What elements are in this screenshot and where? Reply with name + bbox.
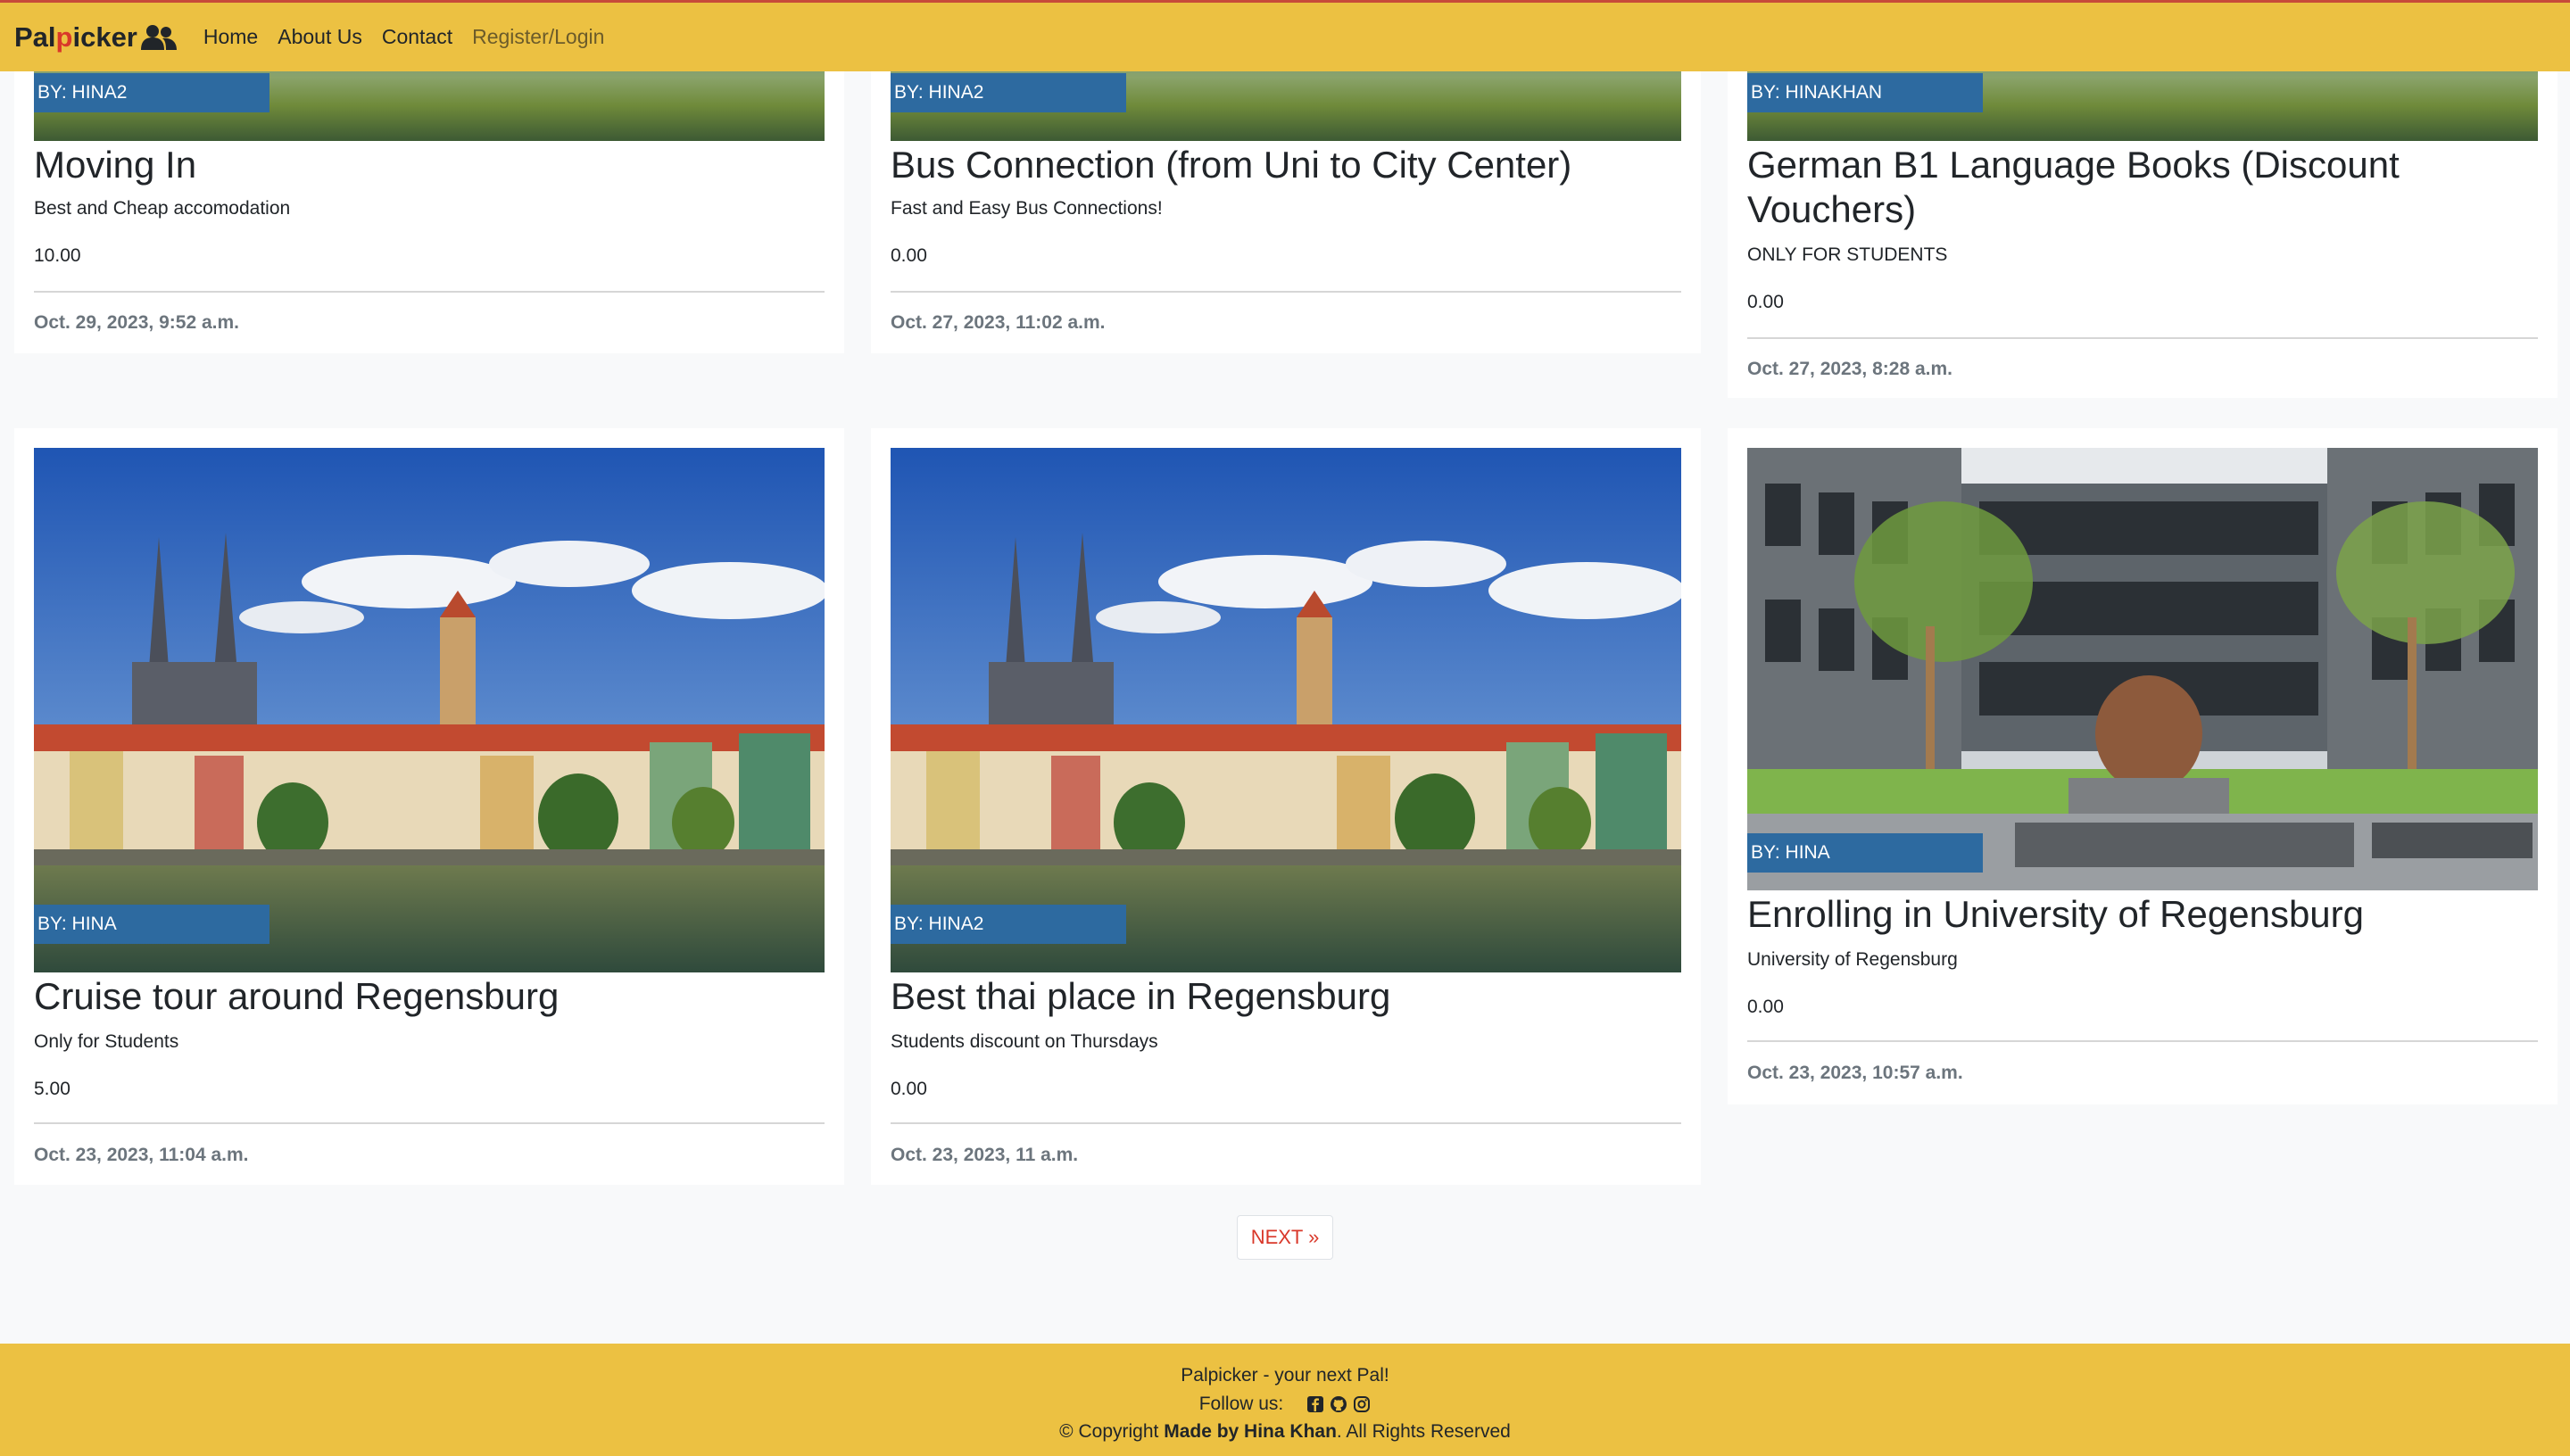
- post-price: 0.00: [1747, 997, 1784, 1017]
- copyright-author: Made by Hina Khan: [1164, 1421, 1337, 1442]
- post-price: 5.00: [34, 1079, 70, 1099]
- post-description: Fast and Easy Bus Connections!: [891, 198, 1163, 219]
- divider: [34, 1122, 825, 1124]
- regensburg-cityscape-image: [34, 448, 825, 972]
- nav-about[interactable]: About Us: [278, 25, 362, 49]
- post-title[interactable]: Cruise tour around Regensburg: [34, 974, 825, 1019]
- post-title[interactable]: Enrolling in University of Regensburg: [1747, 892, 2538, 937]
- author-tag: BY: HINA2: [891, 73, 1126, 112]
- nav-contact[interactable]: Contact: [382, 25, 452, 49]
- github-icon[interactable]: [1330, 1395, 1347, 1413]
- author-tag: BY: HINA: [34, 905, 269, 944]
- post-title[interactable]: Best thai place in Regensburg: [891, 974, 1681, 1019]
- post-card[interactable]: BY: HINAKHAN German B1 Language Books (D…: [1728, 71, 2558, 398]
- post-image: BY: HINA2: [34, 71, 825, 141]
- post-card[interactable]: BY: HINA2 Best thai place in Regensburg …: [871, 428, 1701, 1185]
- next-page-button[interactable]: NEXT »: [1237, 1215, 1333, 1260]
- footer-copyright: © Copyright Made by Hina Khan. All Right…: [0, 1421, 2570, 1443]
- users-icon: [140, 24, 177, 50]
- post-image: BY: HINA2: [891, 71, 1681, 141]
- divider: [891, 291, 1681, 293]
- post-image: BY: HINA2: [891, 448, 1681, 972]
- copyright-prefix: © Copyright: [1059, 1421, 1165, 1442]
- posts-area: BY: HINA2 Moving In Best and Cheap accom…: [0, 71, 2570, 1344]
- footer: Palpicker - your next Pal! Follow us: © …: [0, 1344, 2570, 1456]
- post-image: BY: HINA: [34, 448, 825, 972]
- university-courtyard-image: [1747, 448, 2538, 890]
- divider: [1747, 337, 2538, 339]
- post-description: Only for Students: [34, 1031, 179, 1052]
- post-card[interactable]: BY: HINA Cruise tour around Regensburg O…: [14, 428, 844, 1185]
- instagram-icon[interactable]: [1353, 1395, 1371, 1413]
- post-price: 0.00: [891, 1079, 927, 1099]
- brand-text-pal: Pal: [14, 21, 56, 53]
- post-date: Oct. 27, 2023, 8:28 a.m.: [1747, 359, 1952, 379]
- nav-home[interactable]: Home: [203, 25, 258, 49]
- regensburg-cityscape-image: [891, 448, 1681, 972]
- post-title[interactable]: Bus Connection (from Uni to City Center): [891, 143, 1681, 187]
- post-image: BY: HINA: [1747, 448, 2538, 890]
- post-date: Oct. 29, 2023, 9:52 a.m.: [34, 312, 239, 333]
- navbar: Pal p icker Home About Us Contact Register…: [0, 0, 2570, 71]
- post-card[interactable]: BY: HINA2 Moving In Best and Cheap accom…: [14, 71, 844, 353]
- nav-register-login[interactable]: Register/Login: [472, 25, 604, 49]
- author-tag: BY: HINA2: [34, 73, 269, 112]
- brand-text-p: p: [55, 21, 73, 53]
- footer-tagline: Palpicker - your next Pal!: [1181, 1365, 1389, 1386]
- follow-label: Follow us:: [1198, 1394, 1284, 1414]
- post-card[interactable]: BY: HINA2 Bus Connection (from Uni to Ci…: [871, 71, 1701, 353]
- post-description: Students discount on Thursdays: [891, 1031, 1158, 1052]
- divider: [1747, 1040, 2538, 1042]
- post-description: ONLY FOR STUDENTS: [1747, 244, 1948, 265]
- divider: [891, 1122, 1681, 1124]
- brand-text-icker: icker: [72, 21, 137, 53]
- post-date: Oct. 27, 2023, 11:02 a.m.: [891, 312, 1106, 333]
- post-title[interactable]: Moving In: [34, 143, 825, 187]
- author-tag: BY: HINAKHAN: [1747, 73, 1983, 112]
- copyright-suffix: . All Rights Reserved: [1336, 1421, 1511, 1442]
- social-icons: [1306, 1395, 1371, 1413]
- post-card[interactable]: BY: HINA Enrolling in University of Rege…: [1728, 428, 2558, 1104]
- facebook-icon[interactable]: [1306, 1395, 1324, 1413]
- post-image: BY: HINAKHAN: [1747, 71, 2538, 141]
- post-price: 10.00: [34, 245, 81, 266]
- divider: [34, 291, 825, 293]
- post-date: Oct. 23, 2023, 10:57 a.m.: [1747, 1063, 1963, 1083]
- post-description: University of Regensburg: [1747, 949, 1958, 970]
- author-tag: BY: HINA: [1747, 833, 1983, 873]
- post-description: Best and Cheap accomodation: [34, 198, 291, 219]
- post-date: Oct. 23, 2023, 11:04 a.m.: [34, 1145, 249, 1165]
- post-title[interactable]: German B1 Language Books (Discount Vouch…: [1747, 143, 2538, 232]
- post-price: 0.00: [891, 245, 927, 266]
- footer-follow-row: Follow us:: [0, 1394, 2570, 1415]
- post-price: 0.00: [1747, 292, 1784, 312]
- post-date: Oct. 23, 2023, 11 a.m.: [891, 1145, 1079, 1165]
- author-tag: BY: HINA2: [891, 905, 1126, 944]
- brand-logo[interactable]: Pal p icker: [14, 21, 177, 54]
